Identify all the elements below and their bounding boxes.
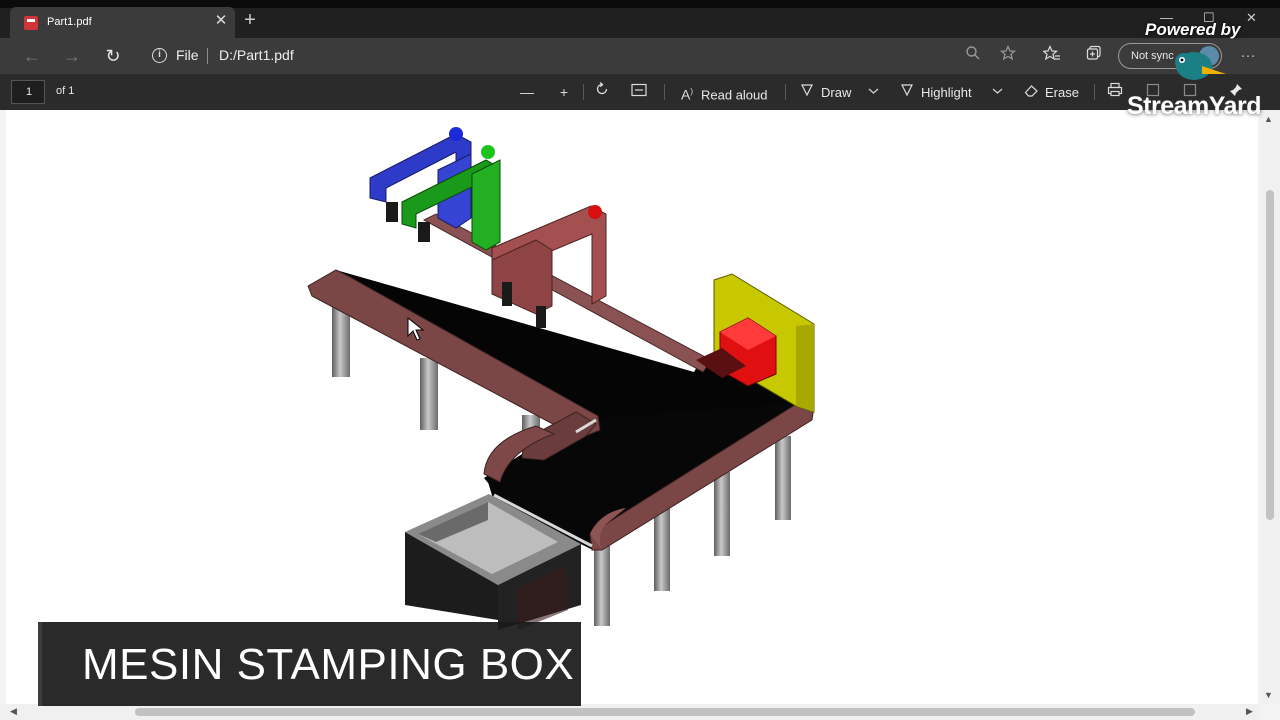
url-scheme: File bbox=[176, 47, 199, 63]
screen: Part1.pdf ✕ + — ☐ ✕ ← → ↻ i File D:/Part… bbox=[0, 0, 1280, 720]
horizontal-scrollbar[interactable]: ◀ ▶ bbox=[0, 704, 1260, 720]
toolbar-divider bbox=[1094, 84, 1095, 100]
pdf-toolbar: 1 of 1 — + A) Read aloud Draw Highlight E… bbox=[0, 74, 1280, 110]
read-aloud-icon: A) bbox=[680, 86, 693, 103]
erase-label: Erase bbox=[1045, 85, 1079, 100]
rotate-button[interactable] bbox=[593, 80, 616, 104]
tab-part1-pdf[interactable]: Part1.pdf ✕ bbox=[10, 7, 235, 38]
more-menu-icon[interactable]: ··· bbox=[1237, 45, 1259, 67]
video-caption: MESIN STAMPING BOX bbox=[38, 622, 581, 706]
address-bar: ← → ↻ i File D:/Part1.pdf Not sync ··· bbox=[0, 38, 1280, 74]
scroll-right-arrow-icon[interactable]: ▶ bbox=[1246, 706, 1253, 717]
erase-button[interactable]: Erase bbox=[1022, 80, 1079, 104]
url-divider bbox=[207, 48, 208, 64]
zoom-icon[interactable] bbox=[962, 45, 984, 67]
sync-label: Not sync bbox=[1131, 50, 1174, 62]
scroll-down-arrow-icon[interactable]: ▼ bbox=[1264, 690, 1273, 700]
plus-icon: + bbox=[559, 84, 569, 100]
print-button[interactable] bbox=[1106, 80, 1129, 104]
streamyard-duck-logo bbox=[1175, 52, 1226, 80]
vertical-scrollbar[interactable]: ▲ ▼ bbox=[1260, 110, 1280, 704]
forward-button[interactable]: → bbox=[60, 44, 84, 68]
draw-dropdown-chevron-icon[interactable] bbox=[868, 80, 879, 104]
toolbar-divider bbox=[664, 84, 665, 100]
back-button[interactable]: ← bbox=[20, 44, 44, 68]
refresh-button[interactable]: ↻ bbox=[101, 44, 125, 68]
zoom-out-button[interactable]: — bbox=[518, 80, 541, 104]
powered-by-label: Powered by bbox=[1145, 20, 1241, 39]
tab-title: Part1.pdf bbox=[47, 16, 92, 28]
read-aloud-button[interactable]: A) Read aloud bbox=[678, 80, 768, 104]
highlight-button[interactable]: Highlight bbox=[898, 80, 972, 104]
url-field[interactable]: D:/Part1.pdf bbox=[219, 47, 294, 63]
highlighter-icon bbox=[898, 80, 916, 104]
highlight-dropdown-chevron-icon[interactable] bbox=[992, 80, 1003, 104]
eraser-icon bbox=[1022, 80, 1040, 104]
scroll-left-arrow-icon[interactable]: ◀ bbox=[10, 706, 17, 717]
pen-icon bbox=[798, 80, 816, 104]
caption-text: MESIN STAMPING BOX bbox=[82, 640, 575, 689]
draw-button[interactable]: Draw bbox=[798, 80, 851, 104]
page-number-input[interactable]: 1 bbox=[11, 80, 45, 104]
fit-width-icon bbox=[630, 80, 648, 104]
fit-page-button[interactable] bbox=[630, 80, 653, 104]
pdf-file-icon bbox=[24, 16, 38, 30]
draw-label: Draw bbox=[821, 85, 852, 100]
minus-icon: — bbox=[520, 84, 534, 100]
read-aloud-label: Read aloud bbox=[701, 87, 768, 103]
highlight-label: Highlight bbox=[921, 85, 972, 100]
pdf-page bbox=[6, 110, 1258, 704]
streamyard-brand: StreamYard bbox=[1127, 92, 1261, 120]
toolbar-divider bbox=[785, 84, 786, 100]
printer-icon bbox=[1106, 80, 1124, 104]
vertical-scroll-thumb[interactable] bbox=[1266, 190, 1274, 520]
close-tab-icon[interactable]: ✕ bbox=[213, 12, 229, 30]
toolbar-divider bbox=[583, 84, 584, 100]
favorites-icon[interactable] bbox=[1041, 45, 1063, 67]
new-tab-button[interactable]: + bbox=[240, 8, 260, 32]
favorite-star-icon[interactable] bbox=[997, 45, 1019, 67]
collections-icon[interactable] bbox=[1083, 45, 1105, 67]
site-info-icon[interactable]: i bbox=[152, 48, 167, 63]
stamping-machine-drawing bbox=[307, 127, 815, 630]
scroll-up-arrow-icon[interactable]: ▲ bbox=[1264, 114, 1273, 124]
tab-strip: Part1.pdf ✕ + — ☐ ✕ bbox=[0, 0, 1280, 38]
document-viewport[interactable] bbox=[0, 110, 1260, 704]
zoom-in-button[interactable]: + bbox=[555, 80, 578, 104]
window-close-icon[interactable]: ✕ bbox=[1246, 10, 1257, 26]
rotate-icon bbox=[593, 80, 611, 104]
page-count-label: of 1 bbox=[56, 85, 75, 97]
horizontal-scroll-thumb[interactable] bbox=[135, 708, 1195, 716]
